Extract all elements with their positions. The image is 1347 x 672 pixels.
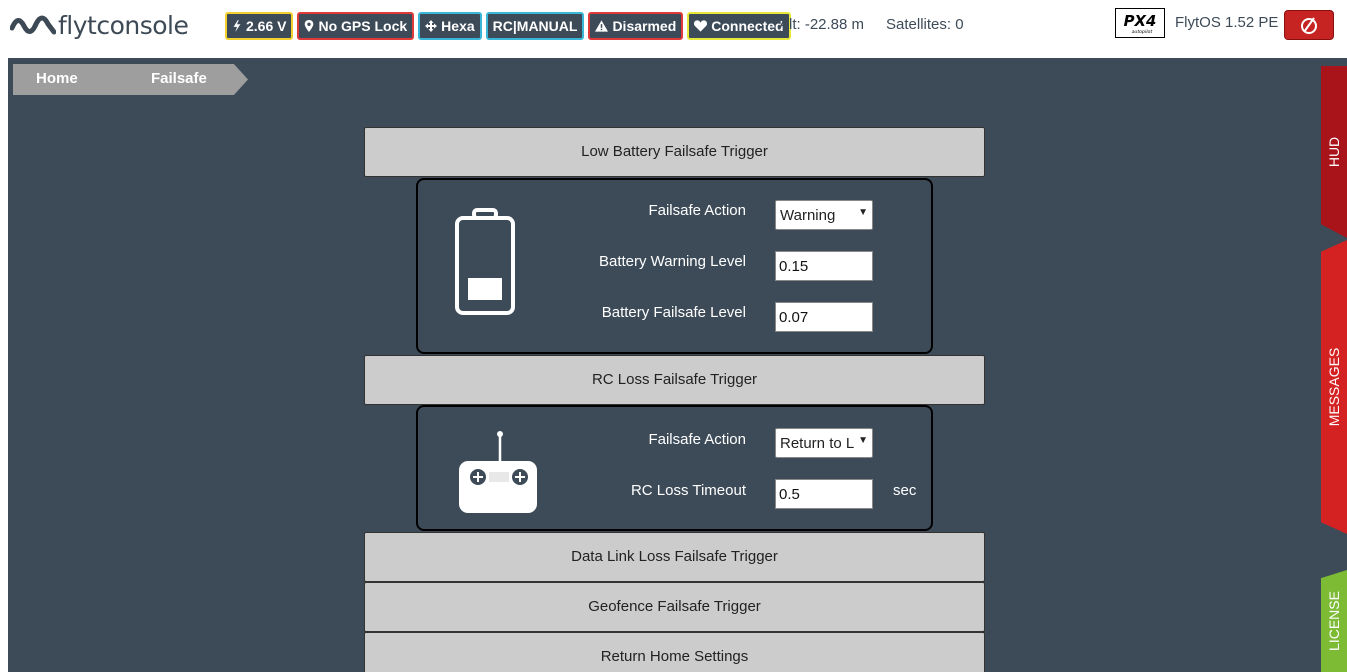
altitude-readout: Alt: -22.88 m bbox=[779, 16, 865, 33]
status-badges: 2.66 V No GPS Lock Hexa RC|MANUAL Disarm… bbox=[225, 12, 791, 40]
arm-status-badge[interactable]: Disarmed bbox=[588, 12, 684, 40]
timeout-unit-label: sec bbox=[893, 482, 917, 499]
flyt-wave-icon bbox=[10, 15, 56, 35]
battery-failsafe-level-input[interactable] bbox=[775, 302, 873, 332]
return-home-header[interactable]: Return Home Settings bbox=[364, 632, 985, 672]
px4-logo: PX4 autopilot bbox=[1115, 8, 1165, 38]
failsafe-action-select[interactable]: Warning ▼ bbox=[775, 200, 873, 230]
frame-type-badge[interactable]: Hexa bbox=[418, 12, 482, 40]
dropdown-arrow-icon: ▼ bbox=[858, 207, 868, 218]
hud-tab[interactable]: HUD bbox=[1321, 66, 1347, 238]
low-battery-header[interactable]: Low Battery Failsafe Trigger bbox=[364, 127, 985, 177]
connection-status-badge[interactable]: Connected bbox=[687, 12, 791, 40]
failsafe-action-label: Failsafe Action bbox=[648, 202, 746, 219]
warning-icon bbox=[595, 20, 609, 32]
rc-failsafe-action-label: Failsafe Action bbox=[648, 431, 746, 448]
geofence-header[interactable]: Geofence Failsafe Trigger bbox=[364, 582, 985, 632]
version-label: FlytOS 1.52 PE bbox=[1175, 14, 1279, 31]
app-logo: flytconsole bbox=[10, 10, 189, 42]
svg-text:autopilot: autopilot bbox=[1132, 29, 1153, 35]
license-tab[interactable]: LICENSE bbox=[1321, 570, 1347, 672]
rc-loss-header[interactable]: RC Loss Failsafe Trigger bbox=[364, 355, 985, 405]
battery-icon bbox=[455, 208, 515, 315]
svg-text:PX4: PX4 bbox=[1124, 12, 1157, 30]
lightning-icon bbox=[233, 20, 241, 32]
rc-loss-panel: Failsafe Action Return to L ▼ RC Loss Ti… bbox=[416, 405, 933, 531]
battery-failsafe-level-label: Battery Failsafe Level bbox=[601, 304, 746, 321]
messages-tab[interactable]: MESSAGES bbox=[1321, 240, 1347, 534]
breadcrumb-home[interactable]: Home bbox=[13, 64, 131, 95]
heart-icon bbox=[694, 20, 708, 32]
gps-status-badge[interactable]: No GPS Lock bbox=[297, 12, 415, 40]
power-icon bbox=[1301, 17, 1317, 34]
top-bar: flytconsole 2.66 V No GPS Lock Hexa RC|M… bbox=[0, 0, 1347, 52]
rc-loss-timeout-input[interactable] bbox=[775, 479, 873, 509]
battery-warning-level-label: Battery Warning Level bbox=[598, 253, 746, 270]
rc-loss-timeout-label: RC Loss Timeout bbox=[630, 482, 746, 499]
low-battery-panel: Failsafe Action Warning ▼ Battery Warnin… bbox=[416, 178, 933, 354]
battery-voltage-badge[interactable]: 2.66 V bbox=[225, 12, 294, 40]
map-marker-icon bbox=[305, 20, 314, 32]
data-link-loss-header[interactable]: Data Link Loss Failsafe Trigger bbox=[364, 532, 985, 582]
logo-text: flytconsole bbox=[58, 11, 189, 40]
battery-warning-level-input[interactable] bbox=[775, 251, 873, 281]
power-button[interactable] bbox=[1284, 10, 1334, 40]
rc-transmitter-icon bbox=[459, 431, 537, 513]
rc-failsafe-action-select[interactable]: Return to L ▼ bbox=[775, 428, 873, 458]
rc-mode-badge[interactable]: RC|MANUAL bbox=[485, 12, 585, 40]
dropdown-arrow-icon: ▼ bbox=[858, 435, 868, 446]
satellites-readout: Satellites: 0 bbox=[886, 16, 964, 33]
move-arrows-icon bbox=[425, 20, 438, 32]
